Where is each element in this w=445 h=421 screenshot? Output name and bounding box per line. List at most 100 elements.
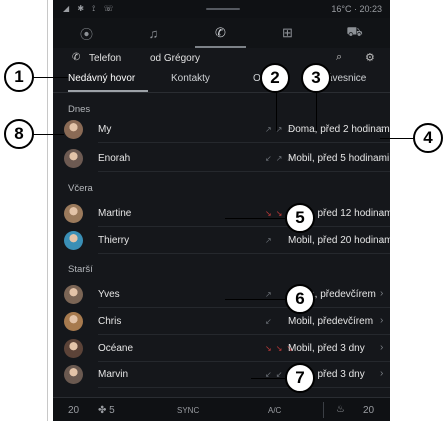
avatar xyxy=(64,339,83,358)
call-row[interactable]: Thierry ↗ Mobil, před 20 hodinami › xyxy=(53,228,390,254)
chevron-right-icon[interactable]: › xyxy=(380,288,383,299)
section-header-yesterday: Včera xyxy=(68,183,93,194)
row-divider xyxy=(98,387,390,388)
chevron-right-icon[interactable]: › xyxy=(380,368,383,379)
connected-device-label[interactable]: od Grégory xyxy=(150,53,200,64)
call-row[interactable]: Océane ↘↘↘ Mobil, před 3 dny › xyxy=(53,336,390,362)
climate-divider xyxy=(323,402,324,418)
callout-marker: 7 xyxy=(285,363,315,393)
row-divider xyxy=(98,226,390,227)
contact-name: Enorah xyxy=(98,153,131,164)
callout-marker: 8 xyxy=(4,119,34,149)
avatar xyxy=(64,285,83,304)
row-divider xyxy=(98,307,390,308)
callout-leader-line xyxy=(251,378,287,379)
chevron-right-icon[interactable]: › xyxy=(380,207,383,218)
chevron-right-icon[interactable]: › xyxy=(380,342,383,353)
callout-leader-line xyxy=(276,91,277,131)
contact-name: Yves xyxy=(98,289,120,300)
seat-heat-icon[interactable]: ♨ xyxy=(336,404,345,415)
status-icons: ◢ ✱ ⟟ ☏ xyxy=(63,4,117,13)
left-temperature[interactable]: 20 xyxy=(68,405,79,416)
section-header-today: Dnes xyxy=(68,104,91,115)
contact-name: Thierry xyxy=(98,235,130,246)
call-detail: Mobil, před 3 dny xyxy=(288,343,365,354)
chevron-right-icon[interactable]: › xyxy=(380,123,383,134)
call-direction-icon: ↗ xyxy=(265,290,276,299)
section-header-older: Starší xyxy=(68,264,93,275)
status-readout: 16°C · 20:23 xyxy=(331,4,382,14)
callout-marker: 2 xyxy=(260,63,290,93)
callout-marker: 1 xyxy=(4,62,34,92)
avatar xyxy=(64,204,83,223)
chevron-right-icon[interactable]: › xyxy=(380,315,383,326)
call-row[interactable]: Yves ↗ Doma, předevčírem › xyxy=(53,282,390,308)
frame-border xyxy=(47,0,48,421)
row-divider xyxy=(98,334,390,335)
search-icon[interactable]: ⌕ xyxy=(336,51,342,64)
phone-handset-icon: ✆ xyxy=(72,52,81,63)
tab-recent-calls[interactable]: Nedávný hovor xyxy=(68,73,135,84)
callout-leader-line xyxy=(225,299,287,300)
phone-icon[interactable]: ✆ xyxy=(187,18,254,48)
fan-speed[interactable]: ✤ 5 xyxy=(98,405,115,416)
phone-header: ✆ Telefon od Grégory ⌕ ⚙ xyxy=(53,48,390,70)
call-row[interactable]: Marvin ↙↙↙ Mobil, před 3 dny › xyxy=(53,362,390,388)
outside-temperature: 16°C xyxy=(331,4,352,14)
avatar xyxy=(64,312,83,331)
ac-button[interactable]: A/C xyxy=(268,406,281,415)
location-pin-icon[interactable]: ⦿ xyxy=(53,18,120,48)
callout-marker: 6 xyxy=(285,284,315,314)
avatar xyxy=(64,149,83,168)
active-tab-indicator xyxy=(68,90,148,92)
contact-name: Chris xyxy=(98,316,122,327)
callout-leader-line xyxy=(316,91,317,131)
sync-button[interactable]: SYNC xyxy=(177,406,199,415)
avatar xyxy=(64,365,83,384)
call-detail: Mobil, předevčírem xyxy=(288,316,374,327)
call-row[interactable]: Martine ↘↘ Mobil, před 12 hodinami › xyxy=(53,201,390,227)
call-detail: Doma, před 2 hodinami xyxy=(288,124,390,135)
avatar xyxy=(64,120,83,139)
gear-icon[interactable]: ⚙ xyxy=(365,51,375,64)
contact-name: Océane xyxy=(98,343,134,354)
apps-grid-icon[interactable]: ⊞ xyxy=(254,18,321,48)
chevron-right-icon[interactable]: › xyxy=(380,152,383,163)
call-row[interactable]: Chris ↙ Mobil, předevčírem › xyxy=(53,309,390,335)
infotainment-screen: ◢ ✱ ⟟ ☏ 16°C · 20:23 ⦿ ♫ ✆ ⊞ ⛟ ✆ Telefon… xyxy=(53,0,390,421)
chevron-right-icon[interactable]: › xyxy=(380,234,383,245)
callout-leader-line xyxy=(380,138,416,139)
fan-speed-value: 5 xyxy=(109,405,115,416)
contact-name: Marvin xyxy=(98,369,129,380)
contact-name: My xyxy=(98,124,112,135)
callout-leader-line xyxy=(225,218,287,219)
fan-icon: ✤ xyxy=(98,405,110,416)
call-direction-icon: ↗ xyxy=(265,236,276,245)
tab-contacts[interactable]: Kontakty xyxy=(171,73,210,84)
app-bar: ⦿ ♫ ✆ ⊞ ⛟ xyxy=(53,18,390,48)
call-row[interactable]: Enorah ↙↗↗ Mobil, před 5 hodinami › xyxy=(53,146,390,172)
call-row[interactable]: My ↗↗↗ Doma, před 2 hodinami › xyxy=(53,117,390,143)
callout-leader-line xyxy=(32,77,68,78)
callout-marker: 4 xyxy=(413,123,443,153)
call-direction-icon: ↘↘ xyxy=(265,209,287,218)
row-divider xyxy=(98,171,390,172)
music-note-icon[interactable]: ♫ xyxy=(120,18,187,48)
right-temperature[interactable]: 20 xyxy=(363,405,374,416)
tab-bar: Nedávný hovor Kontakty O Klávesnice xyxy=(53,70,390,93)
call-direction-icon: ↙ xyxy=(265,317,276,326)
contact-name: Martine xyxy=(98,208,132,219)
avatar xyxy=(64,231,83,250)
callout-marker: 5 xyxy=(285,203,315,233)
call-detail: Mobil, před 5 hodinami xyxy=(288,153,390,164)
row-divider xyxy=(98,253,390,254)
row-divider xyxy=(98,142,390,143)
status-bar: ◢ ✱ ⟟ ☏ 16°C · 20:23 xyxy=(53,0,390,18)
climate-bar: 20 ✤ 5 SYNC A/C ♨ 20 xyxy=(53,397,390,421)
car-icon[interactable]: ⛟ xyxy=(321,18,388,48)
phone-app-label: Telefon xyxy=(89,53,122,64)
call-detail: Mobil, před 20 hodinami xyxy=(288,235,390,246)
callout-marker: 3 xyxy=(301,63,331,93)
drag-handle[interactable] xyxy=(206,8,240,10)
callout-leader-line xyxy=(32,134,64,135)
